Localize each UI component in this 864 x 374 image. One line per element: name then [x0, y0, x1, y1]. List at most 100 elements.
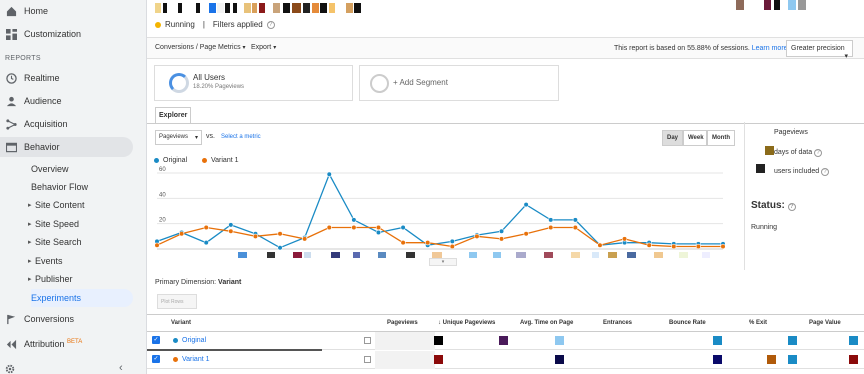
- data-point-variant-1[interactable]: [203, 224, 209, 231]
- sidebar-subitem-behavior-flow[interactable]: Behavior Flow: [31, 178, 88, 196]
- data-point-variant-1[interactable]: [449, 243, 455, 250]
- sidebar-subitem-publisher[interactable]: Publisher: [28, 270, 73, 288]
- settings-gear-icon[interactable]: [5, 364, 15, 374]
- row-checkbox[interactable]: ✓: [152, 336, 160, 344]
- data-point-original[interactable]: [277, 245, 283, 251]
- data-point-variant-1[interactable]: [326, 224, 332, 231]
- data-point-original[interactable]: [449, 238, 455, 244]
- column-header-variant[interactable]: Variant: [171, 320, 191, 326]
- column-header-page-value[interactable]: Page Value: [809, 320, 841, 326]
- help-icon[interactable]: ?: [787, 203, 796, 211]
- help-icon[interactable]: ?: [814, 149, 823, 157]
- data-point-variant-1[interactable]: [695, 243, 701, 250]
- data-point-original[interactable]: [498, 228, 505, 234]
- data-point-variant-1[interactable]: [375, 224, 382, 231]
- column-header-entrances[interactable]: Entrances: [603, 320, 632, 326]
- sidebar-item-acquisition[interactable]: Acquisition: [0, 114, 147, 134]
- conversions-page-metrics-menu[interactable]: Conversions / Page Metrics ▾: [155, 44, 246, 51]
- add-segment-button[interactable]: + Add Segment: [359, 65, 559, 101]
- sidebar-item-home[interactable]: Home: [0, 1, 147, 21]
- data-point-variant-1[interactable]: [302, 236, 308, 242]
- column-header-unique-pageviews[interactable]: ↓ Unique Pageviews: [438, 320, 495, 326]
- data-point-variant-1[interactable]: [572, 224, 578, 231]
- flag-icon: [5, 313, 17, 325]
- row-checkbox[interactable]: ✓: [152, 355, 160, 363]
- data-point-variant-1[interactable]: [179, 231, 185, 237]
- chart-resize-handle[interactable]: ▾: [429, 258, 457, 266]
- sidebar-subitem-site-speed[interactable]: Site Speed: [28, 215, 79, 233]
- open-link-icon[interactable]: [364, 356, 371, 363]
- period-month-button[interactable]: Month: [707, 130, 735, 146]
- plot-rows-button[interactable]: Plot Rows: [157, 294, 197, 309]
- precision-select[interactable]: Greater precision ▾: [786, 40, 853, 60]
- data-point-variant-1[interactable]: [277, 231, 283, 237]
- sidebar-subitem-overview[interactable]: Overview: [31, 160, 69, 178]
- tab-explorer[interactable]: Explorer: [155, 107, 191, 124]
- data-point-original[interactable]: [400, 224, 406, 231]
- metric-select[interactable]: Pageviews ▾: [155, 130, 202, 145]
- sidebar-subitem-events[interactable]: Events: [28, 252, 62, 270]
- collapse-chevron-icon[interactable]: ‹: [119, 362, 123, 374]
- donut-chart-icon: [169, 73, 189, 93]
- subitem-label: Publisher: [35, 274, 73, 284]
- empty-segment-icon: [370, 74, 389, 93]
- data-point-variant-1[interactable]: [228, 228, 234, 234]
- sidebar-item-conversions[interactable]: Conversions: [0, 309, 147, 329]
- data-point-original[interactable]: [351, 217, 357, 223]
- data-point-original[interactable]: [523, 202, 529, 208]
- column-header-avg-time[interactable]: Avg. Time on Page: [520, 320, 573, 326]
- column-header-exit[interactable]: % Exit: [749, 320, 767, 326]
- data-point-variant-1[interactable]: [474, 233, 480, 239]
- sidebar-subitem-site-content[interactable]: Site Content: [28, 196, 84, 214]
- data-point-variant-1[interactable]: [400, 240, 406, 246]
- data-point-original[interactable]: [548, 217, 554, 223]
- sort-arrow-icon: ↓: [438, 320, 441, 326]
- sidebar-item-behavior[interactable]: Behavior: [0, 137, 133, 157]
- sidebar-item-label: Audience: [24, 96, 62, 106]
- experiment-summary-panel: Pageviews days of data ? users included …: [744, 122, 864, 270]
- sidebar-item-attribution[interactable]: Attribution BETA: [0, 334, 147, 354]
- y-tick-label: 20: [159, 218, 166, 224]
- menu-label: Conversions / Page Metrics: [155, 44, 241, 51]
- data-point-variant-1[interactable]: [646, 242, 652, 248]
- period-week-button[interactable]: Week: [683, 130, 707, 146]
- export-menu[interactable]: Export ▾: [251, 44, 276, 51]
- users-included-row: users included ?: [774, 168, 830, 176]
- data-point-variant-1[interactable]: [548, 224, 554, 231]
- sidebar-item-audience[interactable]: Audience: [0, 91, 147, 111]
- data-point-variant-1[interactable]: [523, 231, 529, 237]
- data-point-variant-1[interactable]: [425, 240, 431, 246]
- segment-all-users[interactable]: All Users 18.20% Pageviews: [154, 65, 353, 101]
- data-point-variant-1[interactable]: [252, 233, 259, 239]
- help-icon[interactable]: ?: [266, 20, 275, 29]
- data-point-variant-1[interactable]: [351, 224, 357, 231]
- select-metric-link[interactable]: Select a metric: [221, 134, 261, 140]
- data-point-variant-1[interactable]: [621, 236, 628, 242]
- table-row[interactable]: ✓ Variant 1: [147, 351, 864, 369]
- data-point-variant-1[interactable]: [671, 243, 677, 250]
- row-variant-name[interactable]: Original: [173, 337, 206, 344]
- pageviews-label: Pageviews: [774, 129, 808, 136]
- open-link-icon[interactable]: [364, 337, 371, 344]
- table-row[interactable]: ✓ Original: [147, 332, 864, 350]
- sidebar-subitem-experiments[interactable]: Experiments: [31, 289, 133, 307]
- column-header-pageviews[interactable]: Pageviews: [387, 320, 418, 326]
- data-point-variant-1[interactable]: [720, 243, 726, 250]
- data-point-variant-1[interactable]: [154, 242, 160, 248]
- sidebar-item-realtime[interactable]: Realtime: [0, 68, 147, 88]
- data-point-variant-1[interactable]: [597, 242, 603, 248]
- help-icon[interactable]: ?: [821, 168, 830, 176]
- learn-more-link[interactable]: Learn more: [752, 45, 788, 52]
- column-header-bounce-rate[interactable]: Bounce Rate: [669, 320, 706, 326]
- data-point-original[interactable]: [203, 240, 209, 246]
- data-point-original[interactable]: [572, 217, 578, 223]
- data-point-original[interactable]: [375, 229, 382, 236]
- row-variant-name[interactable]: Variant 1: [173, 356, 210, 363]
- sidebar-subitem-site-search[interactable]: Site Search: [28, 233, 81, 251]
- period-day-button[interactable]: Day: [662, 130, 683, 146]
- days-label: days of data: [774, 149, 813, 156]
- sidebar-item-customization[interactable]: Customization: [0, 24, 147, 44]
- data-point-original[interactable]: [228, 222, 234, 228]
- data-point-original[interactable]: [326, 171, 332, 177]
- data-point-variant-1[interactable]: [498, 236, 505, 242]
